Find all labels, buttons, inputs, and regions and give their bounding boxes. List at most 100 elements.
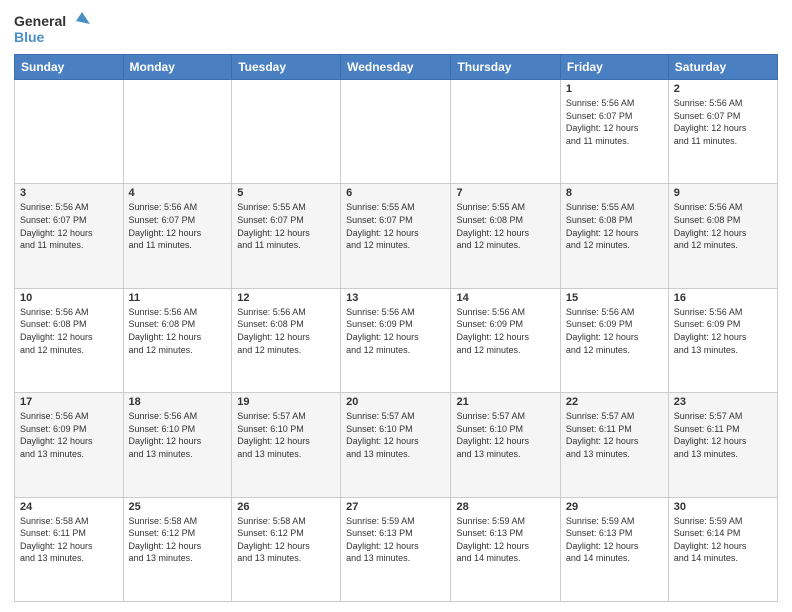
day-number: 20 <box>346 396 445 408</box>
day-info: Sunrise: 5:56 AM Sunset: 6:10 PM Dayligh… <box>129 410 227 460</box>
day-info: Sunrise: 5:55 AM Sunset: 6:08 PM Dayligh… <box>456 201 554 251</box>
day-info: Sunrise: 5:58 AM Sunset: 6:11 PM Dayligh… <box>20 515 118 565</box>
calendar-day-header: Thursday <box>451 55 560 80</box>
calendar-cell <box>15 80 124 184</box>
day-number: 19 <box>237 396 335 408</box>
day-info: Sunrise: 5:55 AM Sunset: 6:07 PM Dayligh… <box>237 201 335 251</box>
day-info: Sunrise: 5:56 AM Sunset: 6:09 PM Dayligh… <box>346 306 445 356</box>
calendar-cell: 26 Sunrise: 5:58 AM Sunset: 6:12 PM Dayli… <box>232 497 341 601</box>
day-number: 29 <box>566 501 663 513</box>
header: General Blue <box>14 10 778 48</box>
calendar-header-row: SundayMondayTuesdayWednesdayThursdayFrid… <box>15 55 778 80</box>
day-number: 11 <box>129 292 227 304</box>
calendar-cell: 30 Sunrise: 5:59 AM Sunset: 6:14 PM Dayli… <box>668 497 777 601</box>
calendar-week-row: 3 Sunrise: 5:56 AM Sunset: 6:07 PM Daylig… <box>15 184 778 288</box>
calendar-cell <box>123 80 232 184</box>
day-number: 3 <box>20 187 118 199</box>
day-number: 7 <box>456 187 554 199</box>
day-info: Sunrise: 5:55 AM Sunset: 6:07 PM Dayligh… <box>346 201 445 251</box>
calendar-cell: 15 Sunrise: 5:56 AM Sunset: 6:09 PM Dayli… <box>560 288 668 392</box>
day-number: 9 <box>674 187 772 199</box>
calendar-cell: 4 Sunrise: 5:56 AM Sunset: 6:07 PM Daylig… <box>123 184 232 288</box>
day-number: 8 <box>566 187 663 199</box>
calendar-cell: 3 Sunrise: 5:56 AM Sunset: 6:07 PM Daylig… <box>15 184 124 288</box>
day-info: Sunrise: 5:59 AM Sunset: 6:13 PM Dayligh… <box>456 515 554 565</box>
day-info: Sunrise: 5:56 AM Sunset: 6:07 PM Dayligh… <box>674 97 772 147</box>
day-info: Sunrise: 5:58 AM Sunset: 6:12 PM Dayligh… <box>129 515 227 565</box>
day-number: 1 <box>566 83 663 95</box>
calendar-cell: 21Sunrise: 5:57 AM Sunset: 6:10 PM Dayli… <box>451 393 560 497</box>
logo: General Blue <box>14 10 94 48</box>
calendar-day-header: Monday <box>123 55 232 80</box>
day-number: 14 <box>456 292 554 304</box>
day-number: 23 <box>674 396 772 408</box>
calendar-cell: 25Sunrise: 5:58 AM Sunset: 6:12 PM Dayli… <box>123 497 232 601</box>
calendar-week-row: 10Sunrise: 5:56 AM Sunset: 6:08 PM Dayli… <box>15 288 778 392</box>
day-number: 30 <box>674 501 772 513</box>
calendar-cell: 23 Sunrise: 5:57 AM Sunset: 6:11 PM Dayli… <box>668 393 777 497</box>
calendar-cell: 5 Sunrise: 5:55 AM Sunset: 6:07 PM Daylig… <box>232 184 341 288</box>
logo-svg: General Blue <box>14 10 94 48</box>
day-info: Sunrise: 5:57 AM Sunset: 6:11 PM Dayligh… <box>674 410 772 460</box>
day-number: 26 <box>237 501 335 513</box>
day-info: Sunrise: 5:56 AM Sunset: 6:09 PM Dayligh… <box>20 410 118 460</box>
day-number: 2 <box>674 83 772 95</box>
day-info: Sunrise: 5:59 AM Sunset: 6:13 PM Dayligh… <box>566 515 663 565</box>
calendar-cell: 10Sunrise: 5:56 AM Sunset: 6:08 PM Dayli… <box>15 288 124 392</box>
day-info: Sunrise: 5:58 AM Sunset: 6:12 PM Dayligh… <box>237 515 335 565</box>
calendar-cell: 9 Sunrise: 5:56 AM Sunset: 6:08 PM Daylig… <box>668 184 777 288</box>
day-info: Sunrise: 5:59 AM Sunset: 6:13 PM Dayligh… <box>346 515 445 565</box>
calendar-cell: 14Sunrise: 5:56 AM Sunset: 6:09 PM Dayli… <box>451 288 560 392</box>
calendar-cell: 6 Sunrise: 5:55 AM Sunset: 6:07 PM Daylig… <box>341 184 451 288</box>
svg-text:General: General <box>14 13 66 29</box>
day-number: 6 <box>346 187 445 199</box>
calendar-cell: 18 Sunrise: 5:56 AM Sunset: 6:10 PM Dayli… <box>123 393 232 497</box>
day-number: 5 <box>237 187 335 199</box>
day-info: Sunrise: 5:57 AM Sunset: 6:10 PM Dayligh… <box>237 410 335 460</box>
calendar-cell <box>451 80 560 184</box>
calendar-cell: 22Sunrise: 5:57 AM Sunset: 6:11 PM Dayli… <box>560 393 668 497</box>
day-info: Sunrise: 5:57 AM Sunset: 6:10 PM Dayligh… <box>346 410 445 460</box>
calendar-cell: 1Sunrise: 5:56 AM Sunset: 6:07 PM Daylig… <box>560 80 668 184</box>
calendar-week-row: 24 Sunrise: 5:58 AM Sunset: 6:11 PM Dayli… <box>15 497 778 601</box>
calendar-cell: 16 Sunrise: 5:56 AM Sunset: 6:09 PM Dayli… <box>668 288 777 392</box>
day-info: Sunrise: 5:56 AM Sunset: 6:08 PM Dayligh… <box>674 201 772 251</box>
day-number: 16 <box>674 292 772 304</box>
day-info: Sunrise: 5:56 AM Sunset: 6:07 PM Dayligh… <box>20 201 118 251</box>
day-info: Sunrise: 5:57 AM Sunset: 6:10 PM Dayligh… <box>456 410 554 460</box>
day-number: 4 <box>129 187 227 199</box>
day-number: 15 <box>566 292 663 304</box>
calendar-cell: 11Sunrise: 5:56 AM Sunset: 6:08 PM Dayli… <box>123 288 232 392</box>
day-info: Sunrise: 5:56 AM Sunset: 6:09 PM Dayligh… <box>566 306 663 356</box>
calendar-cell: 2 Sunrise: 5:56 AM Sunset: 6:07 PM Daylig… <box>668 80 777 184</box>
calendar-cell: 12Sunrise: 5:56 AM Sunset: 6:08 PM Dayli… <box>232 288 341 392</box>
calendar-cell: 7 Sunrise: 5:55 AM Sunset: 6:08 PM Daylig… <box>451 184 560 288</box>
calendar-day-header: Saturday <box>668 55 777 80</box>
calendar-day-header: Friday <box>560 55 668 80</box>
day-info: Sunrise: 5:56 AM Sunset: 6:07 PM Dayligh… <box>129 201 227 251</box>
day-number: 28 <box>456 501 554 513</box>
calendar-day-header: Sunday <box>15 55 124 80</box>
calendar-cell <box>232 80 341 184</box>
day-number: 13 <box>346 292 445 304</box>
day-info: Sunrise: 5:59 AM Sunset: 6:14 PM Dayligh… <box>674 515 772 565</box>
day-number: 18 <box>129 396 227 408</box>
day-number: 27 <box>346 501 445 513</box>
calendar-table: SundayMondayTuesdayWednesdayThursdayFrid… <box>14 54 778 602</box>
day-number: 22 <box>566 396 663 408</box>
day-info: Sunrise: 5:56 AM Sunset: 6:09 PM Dayligh… <box>674 306 772 356</box>
calendar-cell: 24 Sunrise: 5:58 AM Sunset: 6:11 PM Dayli… <box>15 497 124 601</box>
calendar-day-header: Tuesday <box>232 55 341 80</box>
day-number: 24 <box>20 501 118 513</box>
day-info: Sunrise: 5:55 AM Sunset: 6:08 PM Dayligh… <box>566 201 663 251</box>
calendar-day-header: Wednesday <box>341 55 451 80</box>
calendar-cell: 17 Sunrise: 5:56 AM Sunset: 6:09 PM Dayli… <box>15 393 124 497</box>
calendar-cell: 29 Sunrise: 5:59 AM Sunset: 6:13 PM Dayli… <box>560 497 668 601</box>
calendar-week-row: 17 Sunrise: 5:56 AM Sunset: 6:09 PM Dayli… <box>15 393 778 497</box>
day-number: 12 <box>237 292 335 304</box>
svg-text:Blue: Blue <box>14 29 45 45</box>
calendar-cell: 27 Sunrise: 5:59 AM Sunset: 6:13 PM Dayli… <box>341 497 451 601</box>
day-number: 17 <box>20 396 118 408</box>
calendar-week-row: 1 Sunrise: 5:56 AM Sunset: 6:07 PM Daylig… <box>15 80 778 184</box>
calendar-cell: 28 Sunrise: 5:59 AM Sunset: 6:13 PM Dayli… <box>451 497 560 601</box>
